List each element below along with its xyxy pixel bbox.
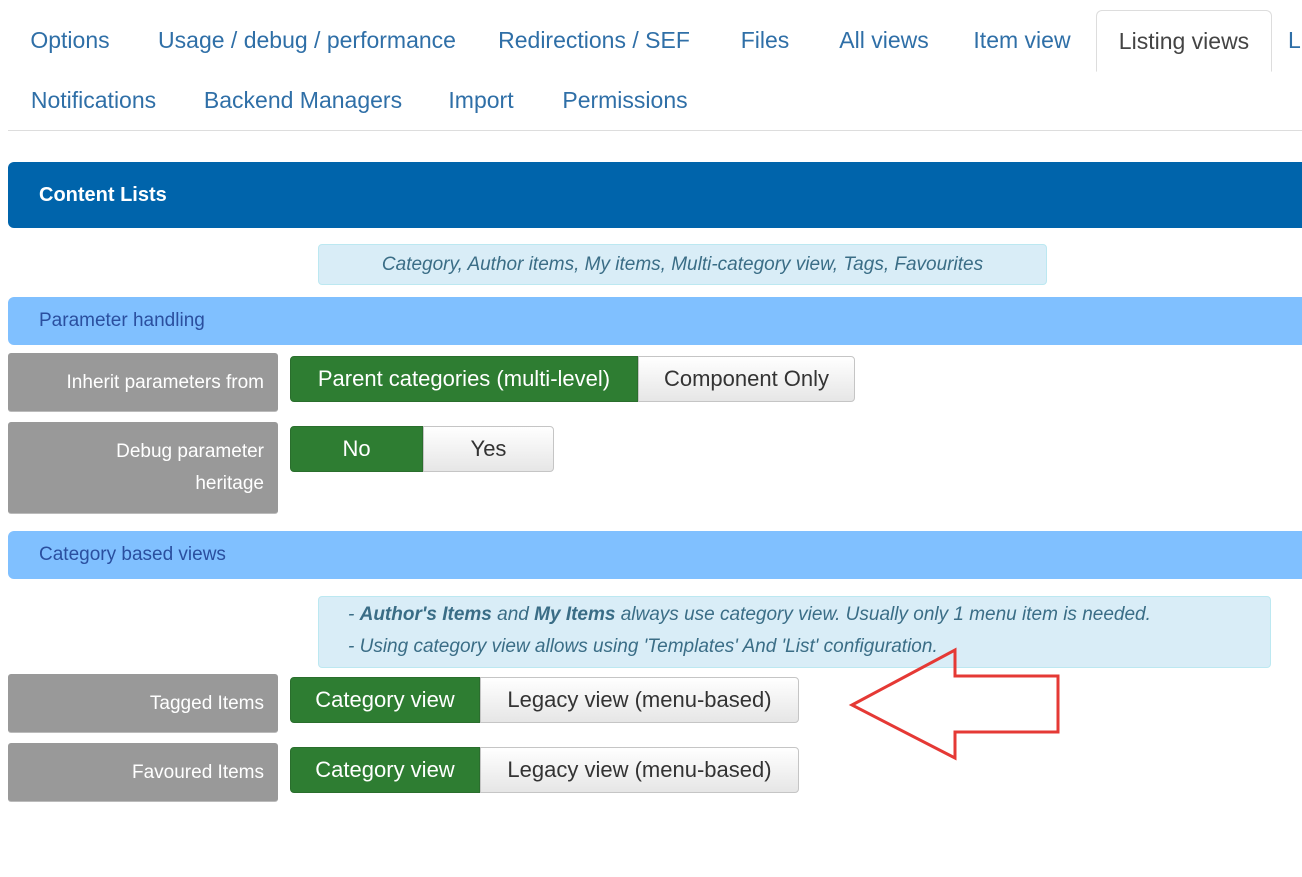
- red-arrow-left-icon: [848, 647, 1060, 761]
